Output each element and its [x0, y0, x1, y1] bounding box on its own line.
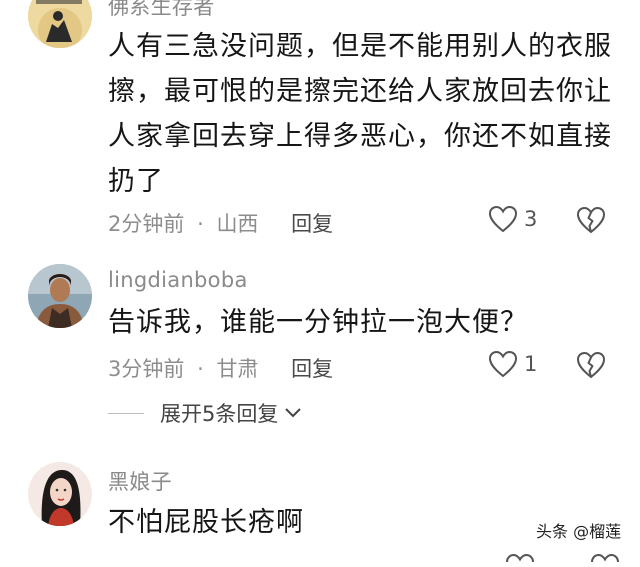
- comment-meta: 3分钟前 · 甘肃 回复: [108, 353, 333, 383]
- comment-text: 人有三急没问题，但是不能用别人的衣服擦，最可恨的是擦完还给人家放回去你让人家拿回…: [108, 31, 612, 197]
- comment-item: 佛系生存者 人有三急没问题，但是不能用别人的衣服擦，最可恨的是擦完还给人家放回去…: [0, 0, 640, 250]
- reply-button[interactable]: 回复: [291, 212, 333, 236]
- broken-heart-icon: [576, 206, 606, 234]
- comment-item: lingdianboba 告诉我，谁能一分钟拉一泡大便？ 3分钟前 · 甘肃 回…: [0, 264, 640, 394]
- like-button[interactable]: [505, 548, 535, 567]
- avatar[interactable]: [28, 462, 92, 526]
- chevron-down-icon: [285, 408, 302, 418]
- heart-outline-icon: [488, 205, 518, 233]
- broken-heart-icon: [591, 553, 619, 563]
- comment-time: 2分钟前: [108, 212, 185, 236]
- like-count: 1: [524, 352, 538, 376]
- comment-text: 告诉我，谁能一分钟拉一泡大便？: [108, 307, 528, 338]
- avatar[interactable]: [28, 264, 92, 328]
- meta-separator: ·: [197, 212, 204, 236]
- reply-button[interactable]: 回复: [291, 357, 333, 381]
- divider-line: [108, 412, 144, 414]
- comment-location: 甘肃: [216, 357, 259, 381]
- like-button[interactable]: 3: [488, 205, 537, 233]
- expand-replies-button[interactable]: 展开5条回复: [108, 398, 302, 428]
- dislike-button[interactable]: [576, 351, 606, 383]
- watermark: 头条 @榴莲: [536, 522, 622, 541]
- avatar-image: [28, 0, 92, 48]
- comment-username[interactable]: 黑娘子: [108, 466, 172, 496]
- avatar[interactable]: [28, 0, 92, 48]
- dislike-button[interactable]: [576, 206, 606, 238]
- expand-replies-label: 展开5条回复: [160, 402, 279, 426]
- comment-location: 山西: [216, 212, 259, 236]
- comment-meta: 2分钟前 · 山西 回复: [108, 208, 333, 238]
- like-button[interactable]: 1: [488, 350, 537, 378]
- comment-time: 3分钟前: [108, 357, 185, 381]
- avatar-image: [28, 264, 92, 328]
- like-count: 3: [524, 207, 538, 231]
- dislike-button[interactable]: [590, 548, 620, 567]
- avatar-image: [28, 462, 92, 526]
- broken-heart-icon: [576, 351, 606, 379]
- comment-username[interactable]: 佛系生存者: [108, 0, 215, 21]
- heart-outline-icon: [506, 553, 534, 563]
- meta-separator: ·: [197, 357, 204, 381]
- heart-outline-icon: [488, 350, 518, 378]
- comment-username[interactable]: lingdianboba: [108, 268, 248, 292]
